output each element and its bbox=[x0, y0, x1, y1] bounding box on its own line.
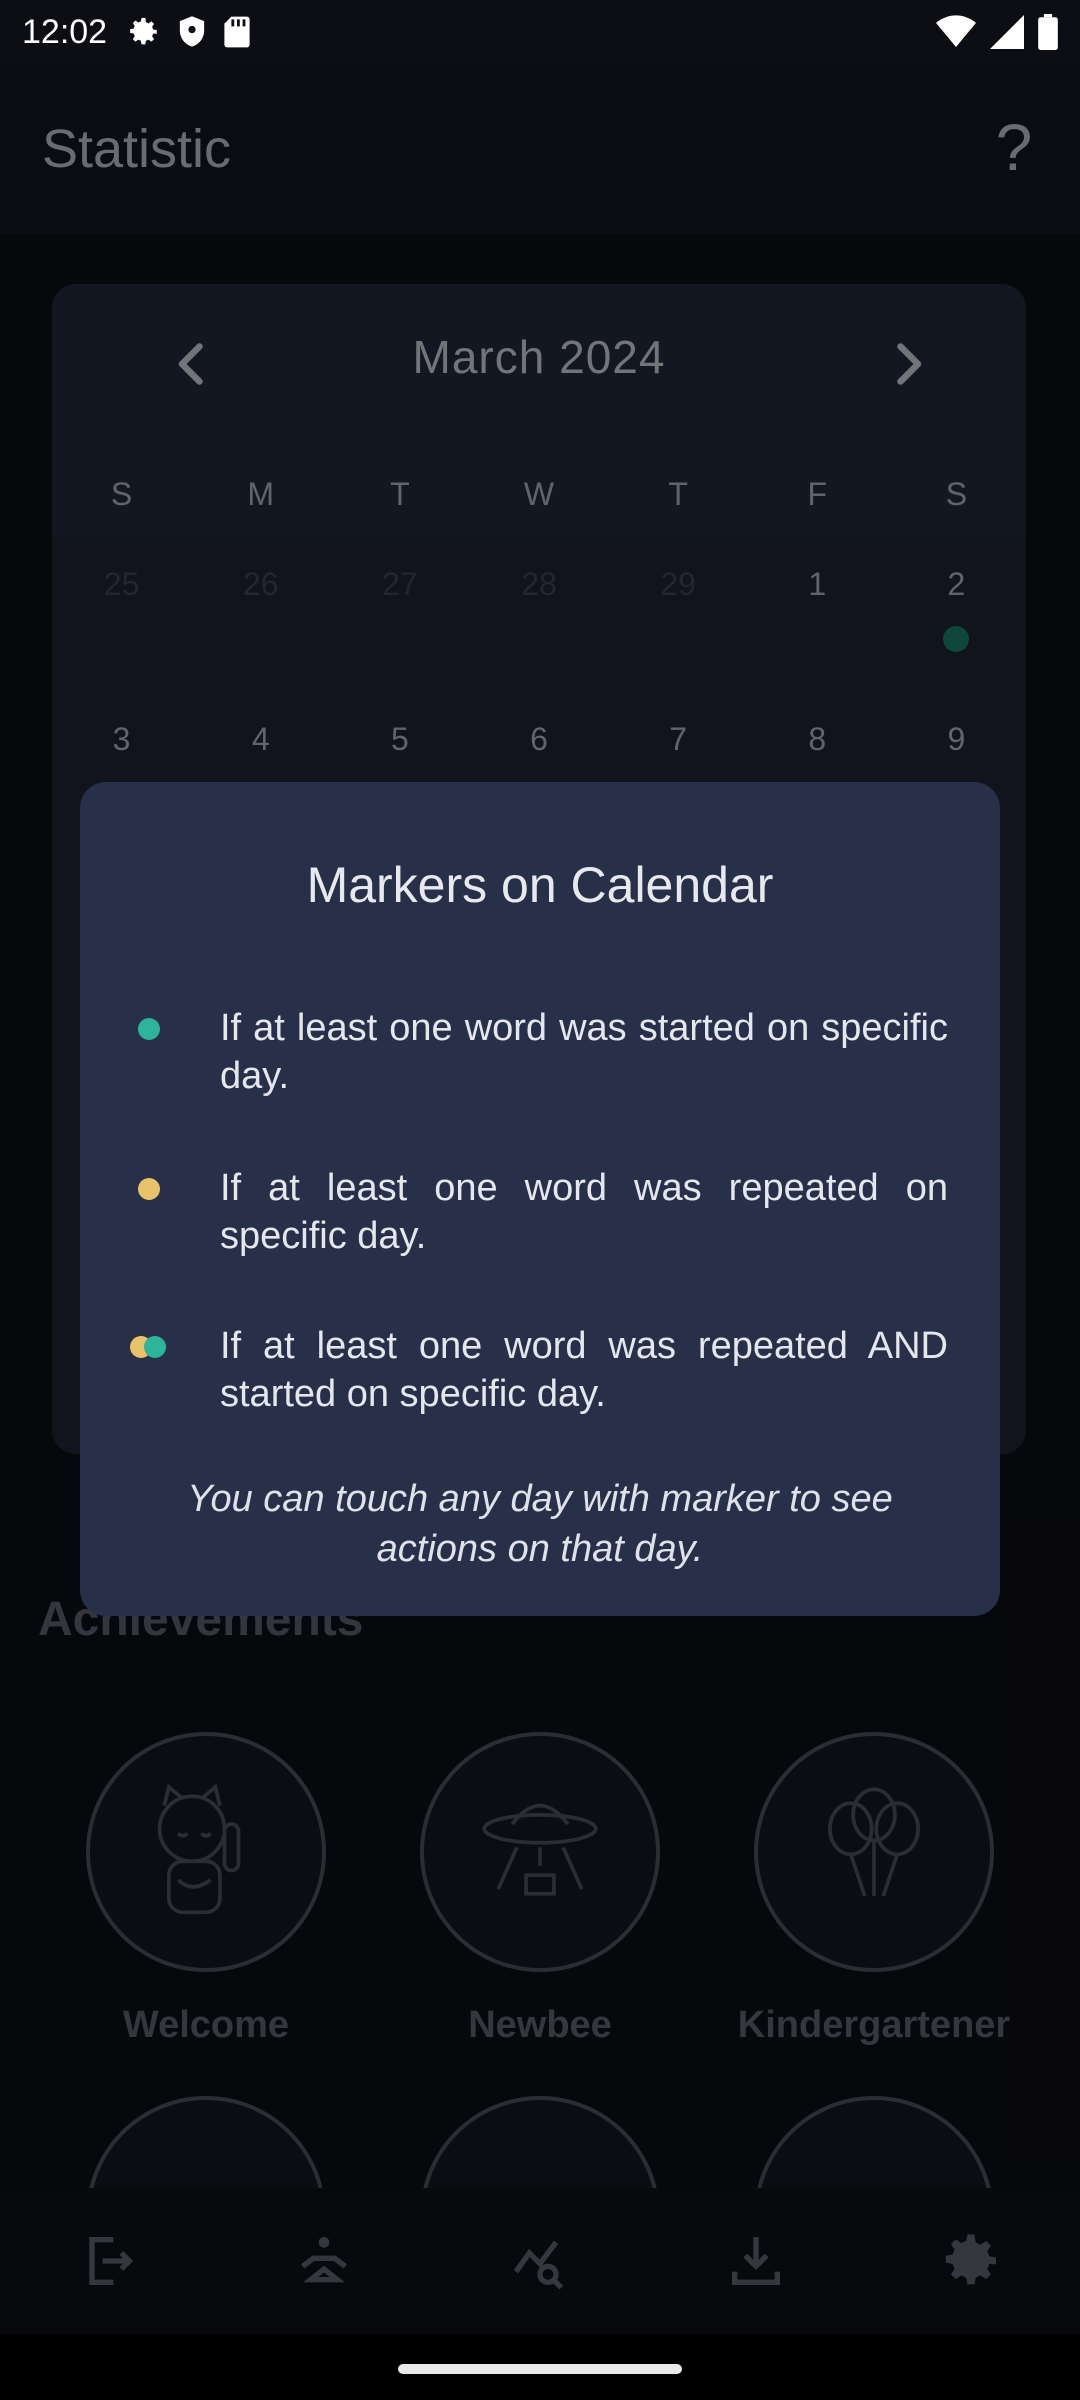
battery-icon bbox=[1038, 14, 1058, 50]
status-bar: 12:02 bbox=[0, 0, 1080, 64]
status-time: 12:02 bbox=[22, 12, 108, 51]
signal-icon bbox=[990, 15, 1024, 49]
shield-status-icon bbox=[179, 16, 205, 47]
sd-card-status-icon bbox=[224, 16, 250, 48]
legend-item-started: If at least one word was started on spec… bbox=[138, 1004, 958, 1100]
yellow-green-dots-icon bbox=[130, 1322, 220, 1418]
dialog-note: You can touch any day with marker to see… bbox=[187, 1478, 893, 1570]
green-dot-icon bbox=[138, 1004, 220, 1100]
legend-text: If at least one word was repeated AND st… bbox=[220, 1325, 948, 1415]
legend-item-both: If at least one word was repeated AND st… bbox=[130, 1322, 958, 1418]
legend-item-repeated: If at least one word was repeated on spe… bbox=[138, 1164, 958, 1260]
status-icons-right bbox=[936, 14, 1058, 50]
legend-text: If at least one word was repeated on spe… bbox=[220, 1167, 948, 1257]
markers-dialog: Markers on Calendar If at least one word… bbox=[80, 782, 1000, 1616]
wifi-icon bbox=[936, 15, 976, 48]
home-indicator[interactable] bbox=[398, 2364, 682, 2374]
settings-status-icon bbox=[130, 17, 157, 45]
status-icons-left bbox=[127, 15, 251, 49]
dialog-title: Markers on Calendar bbox=[306, 857, 774, 913]
legend-text: If at least one word was started on spec… bbox=[220, 1007, 948, 1097]
yellow-dot-icon bbox=[138, 1164, 220, 1260]
